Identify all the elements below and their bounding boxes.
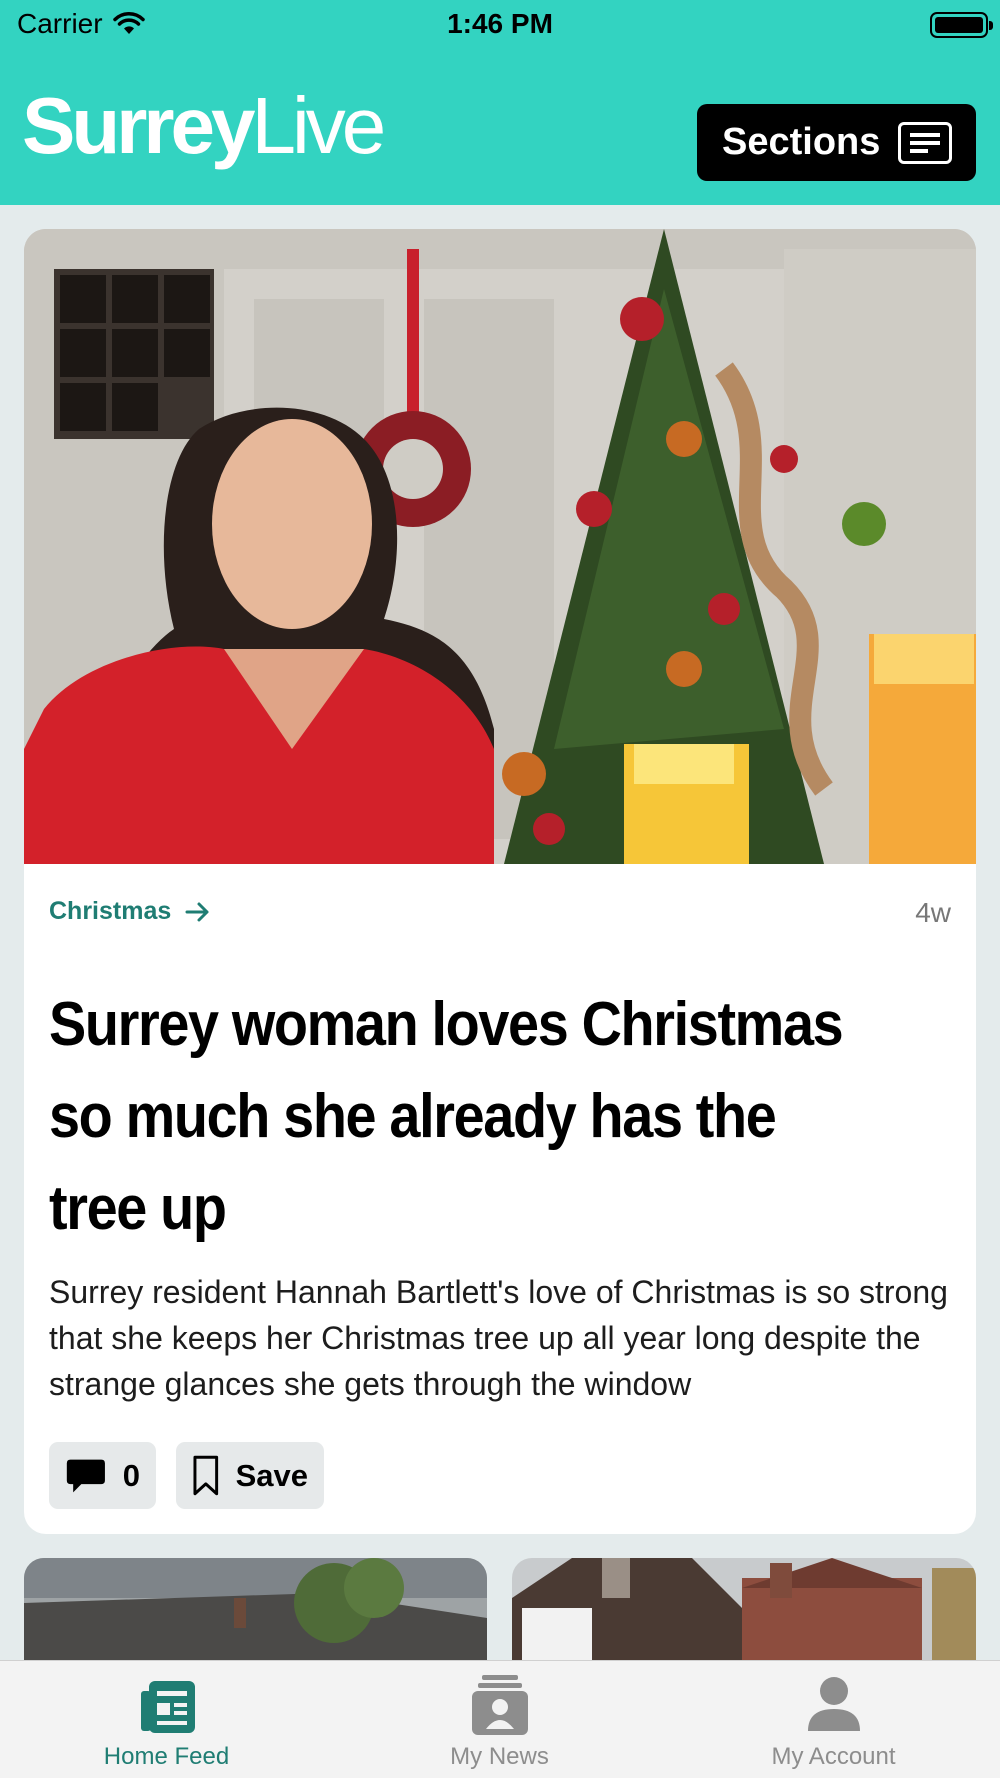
- my-news-icon: [471, 1675, 528, 1735]
- home-feed-icon: [140, 1681, 195, 1733]
- app-header: Carrier 1:46 PM SurreyLive Sections: [0, 0, 1000, 205]
- tab-label: My Account: [771, 1743, 896, 1770]
- account-icon: [807, 1677, 860, 1731]
- sections-label: Sections: [722, 121, 881, 163]
- tab-my-account[interactable]: My Account: [667, 1661, 1000, 1778]
- arrow-right-icon: [185, 902, 209, 921]
- comment-icon: [66, 1459, 105, 1492]
- tab-home-feed[interactable]: Home Feed: [0, 1661, 333, 1778]
- save-label: Save: [235, 1457, 308, 1493]
- thumbnail-photo: [24, 1558, 487, 1668]
- comments-button[interactable]: 0: [49, 1442, 156, 1509]
- tab-label: Home Feed: [103, 1743, 230, 1770]
- save-button[interactable]: Save: [176, 1442, 324, 1509]
- status-time: 1:46 PM: [447, 8, 553, 39]
- article-card[interactable]: Christmas 4w Surrey woman loves Christma…: [24, 229, 976, 1534]
- comment-count: 0: [122, 1457, 140, 1493]
- article-summary: Surrey resident Hannah Bartlett's love o…: [49, 1274, 948, 1402]
- article-headline[interactable]: Surrey woman loves Christmas so much she…: [49, 979, 868, 1255]
- article-age: 4w: [915, 897, 951, 928]
- sections-icon: [898, 121, 953, 164]
- surreylive-logo[interactable]: SurreyLive: [22, 86, 386, 166]
- hero-photo: [24, 229, 976, 864]
- bookmark-icon: [193, 1455, 219, 1495]
- tab-label: My News: [450, 1743, 549, 1770]
- category-label: Christmas: [49, 897, 172, 925]
- battery-icon: [930, 12, 993, 38]
- sections-button[interactable]: Sections: [697, 104, 976, 181]
- thumbnail-photo: [512, 1558, 976, 1668]
- article-thumbnail[interactable]: [24, 1558, 487, 1668]
- tab-my-news[interactable]: My News: [333, 1661, 666, 1778]
- tab-bar: Home Feed My News My Account: [0, 1660, 1000, 1778]
- status-bar: Carrier 1:46 PM: [0, 0, 1000, 50]
- article-hero-image[interactable]: [24, 229, 976, 864]
- category-link[interactable]: Christmas: [49, 897, 211, 926]
- article-thumbnail[interactable]: [512, 1558, 976, 1668]
